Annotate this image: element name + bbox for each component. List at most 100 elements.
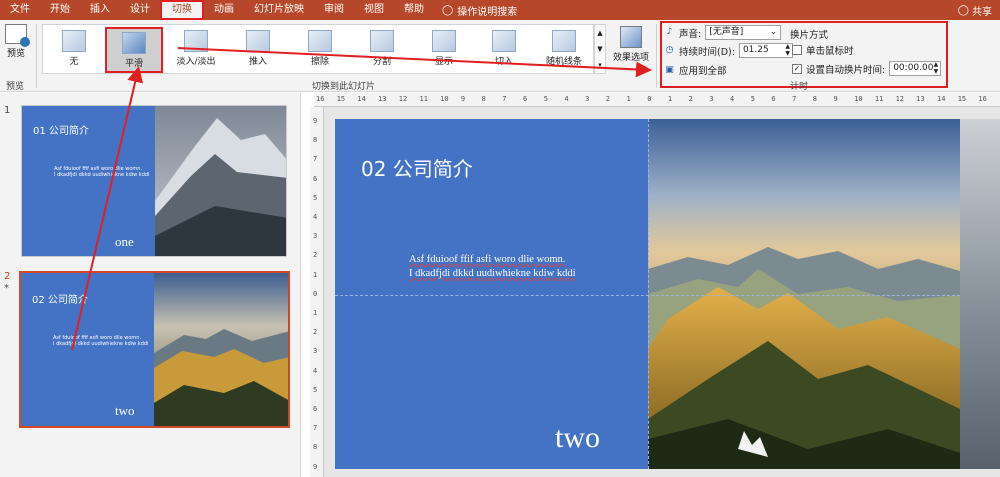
ruler-tick-label: 0 bbox=[647, 95, 652, 103]
ruler-tick-label: 6 bbox=[523, 95, 528, 103]
after-time-value: 00:00.00 bbox=[893, 63, 934, 73]
ruler-tick-label: 2 bbox=[688, 95, 693, 103]
slide-thumbnail-pane: 1 01 公司简介 Asf fduioof ffif asfi woro dli… bbox=[0, 93, 301, 477]
apply-all-button[interactable]: 应用到全部 bbox=[679, 63, 727, 77]
transition-split[interactable]: 分割 bbox=[353, 27, 411, 73]
transition-label: 随机线条 bbox=[545, 57, 582, 67]
ruler-tick-label: 1 bbox=[313, 270, 318, 279]
ruler-tick-label: 6 bbox=[313, 174, 318, 183]
slide-big-word[interactable]: two bbox=[555, 421, 600, 455]
transition-label: 推入 bbox=[248, 57, 267, 67]
transition-wipe[interactable]: 擦除 bbox=[291, 27, 349, 73]
transition-none-icon bbox=[62, 30, 86, 52]
tab-help[interactable]: 帮助 bbox=[394, 0, 434, 20]
transition-random-bars[interactable]: 随机线条 bbox=[535, 27, 593, 73]
ruler-tick-label: 14 bbox=[937, 95, 946, 103]
transition-cut[interactable]: 切入 bbox=[475, 27, 533, 73]
tab-view[interactable]: 视图 bbox=[354, 0, 394, 20]
duration-input[interactable]: 01.25 ▲ ▼ bbox=[738, 43, 793, 58]
ruler-tick-label: 3 bbox=[709, 95, 714, 103]
chevron-down-icon: ⌄ bbox=[769, 27, 778, 37]
thumb-word: two bbox=[115, 403, 135, 418]
ruler-tick-label: 9 bbox=[313, 462, 318, 471]
after-time-input[interactable]: 00:00.00 ▲ ▼ bbox=[889, 61, 942, 76]
tab-home[interactable]: 开始 bbox=[40, 0, 80, 20]
tab-design[interactable]: 设计 bbox=[120, 0, 160, 20]
transition-morph[interactable]: 平滑 bbox=[105, 27, 163, 73]
ruler-tick-label: 7 bbox=[502, 95, 507, 103]
ruler-tick-label: 7 bbox=[313, 155, 318, 164]
ruler-tick-label: 4 bbox=[730, 95, 735, 103]
transition-label: 无 bbox=[69, 57, 79, 67]
lightbulb-icon: ◯ bbox=[442, 4, 454, 16]
tab-insert[interactable]: 插入 bbox=[80, 0, 120, 20]
tell-me-search[interactable]: ◯ 操作说明搜索 bbox=[434, 3, 517, 18]
ruler-tick-label: 7 bbox=[792, 95, 797, 103]
tab-animations[interactable]: 动画 bbox=[204, 0, 244, 20]
ruler-tick-label: 12 bbox=[895, 95, 905, 103]
ruler-tick-label: 9 bbox=[313, 117, 318, 125]
tab-review[interactable]: 审阅 bbox=[314, 0, 354, 20]
ruler-tick-label: 6 bbox=[771, 95, 776, 103]
effect-options-button[interactable]: 效果选项 bbox=[612, 24, 650, 63]
slide-title[interactable]: 02 公司简介 bbox=[361, 153, 473, 182]
transition-reveal[interactable]: 显示 bbox=[415, 27, 473, 73]
apply-all-icon: ▣ bbox=[665, 64, 674, 75]
ruler-tick-label: 8 bbox=[313, 136, 318, 145]
ruler-tick-label: 2 bbox=[313, 251, 318, 260]
on-click-checkbox[interactable] bbox=[792, 45, 802, 55]
vertical-ruler: 9 8 7 6 5 4 3 2 1 0 1 2 3 4 5 6 7 8 9 bbox=[310, 107, 324, 477]
ruler-tick-label: 12 bbox=[398, 95, 408, 103]
sound-dropdown[interactable]: [无声音] ⌄ bbox=[705, 25, 782, 40]
chevron-down-icon[interactable]: ▼ bbox=[595, 41, 605, 57]
gallery-more-icon[interactable]: ▾ bbox=[595, 57, 605, 73]
timing-group: ♪ 声音: [无声音] ⌄ ◷ 持续时间(D): 01.25 ▲ ▼ ▣ 应用到全… bbox=[660, 21, 948, 88]
tab-file[interactable]: 文件 bbox=[0, 0, 40, 20]
after-time-checkbox[interactable]: ✓ bbox=[792, 63, 802, 74]
spinner-icon[interactable]: ▲ ▼ bbox=[934, 61, 939, 75]
ruler-tick-label: 15 bbox=[336, 95, 346, 103]
ruler-tick-label: 8 bbox=[481, 95, 486, 103]
gallery-scroll[interactable]: ▲ ▼ ▾ bbox=[594, 24, 606, 74]
horizontal-ruler: 16 15 14 13 12 11 10 9 8 7 6 5 4 3 2 1 0 1 2 3 4 5 6 7 8 9 10 11 12 1… bbox=[314, 93, 1000, 107]
chevron-up-icon[interactable]: ▲ bbox=[595, 25, 605, 41]
duration-label: 持续时间(D): bbox=[679, 46, 735, 58]
transition-label: 擦除 bbox=[310, 57, 329, 67]
ruler-tick-label: 4 bbox=[313, 213, 318, 221]
transition-label: 分割 bbox=[372, 57, 391, 67]
transition-push[interactable]: 推入 bbox=[229, 27, 287, 73]
tab-slideshow[interactable]: 幻灯片放映 bbox=[244, 0, 314, 20]
slide-number: 1 bbox=[4, 105, 11, 116]
main-slide[interactable]: 02 公司简介 Asf fduioof ffif asfi woro dlie … bbox=[335, 119, 960, 469]
preview-button[interactable]: 预览 bbox=[3, 24, 30, 59]
tab-transitions[interactable]: 切换 bbox=[160, 0, 204, 20]
slide-number: 2 bbox=[4, 271, 11, 282]
spinner-icon[interactable]: ▲ ▼ bbox=[785, 43, 790, 57]
thumb-title: 01 公司简介 bbox=[33, 126, 89, 137]
share-label: 共享 bbox=[972, 6, 992, 18]
ruler-tick-label: 5 bbox=[543, 95, 548, 103]
ruler-tick-label: 6 bbox=[313, 405, 318, 413]
slide-body[interactable]: Asf fduioof ffif asfi woro dlie womn. I … bbox=[409, 253, 576, 281]
mountain-image bbox=[155, 106, 286, 256]
transition-fade[interactable]: 淡入/淡出 bbox=[167, 27, 225, 73]
transition-split-icon bbox=[370, 30, 394, 52]
group-divider bbox=[36, 24, 37, 88]
after-time-label: 设置自动换片时间: bbox=[806, 64, 886, 76]
ruler-tick-label: 7 bbox=[313, 424, 318, 433]
advance-slide-title: 换片方式 bbox=[790, 30, 829, 41]
ruler-tick-label: 11 bbox=[874, 95, 884, 103]
slide-thumbnail-1[interactable]: 01 公司简介 Asf fduioof ffif asfi woro dlie … bbox=[21, 105, 287, 257]
ruler-tick-label: 3 bbox=[585, 95, 590, 103]
sound-value: [无声音] bbox=[709, 27, 744, 37]
ruler-tick-label: 4 bbox=[313, 366, 318, 375]
ruler-tick-label: 16 bbox=[316, 95, 325, 103]
ribbon: 预览 预览 无 平滑 淡入/淡出 推入 擦除 分割 显示 切入 随机线条 ▲ ▼… bbox=[0, 20, 1000, 92]
ruler-tick-label: 3 bbox=[313, 347, 318, 356]
ruler-tick-label: 16 bbox=[978, 95, 987, 103]
slide-thumbnail-2[interactable]: 02 公司简介 Asf fduioof ffif asfi woro dlie … bbox=[19, 271, 290, 428]
share-button[interactable]: ◯ 共享 bbox=[958, 0, 992, 20]
transition-none[interactable]: 无 bbox=[45, 27, 103, 73]
ruler-tick-label: 10 bbox=[440, 95, 449, 103]
ruler-tick-label: 14 bbox=[357, 95, 366, 103]
